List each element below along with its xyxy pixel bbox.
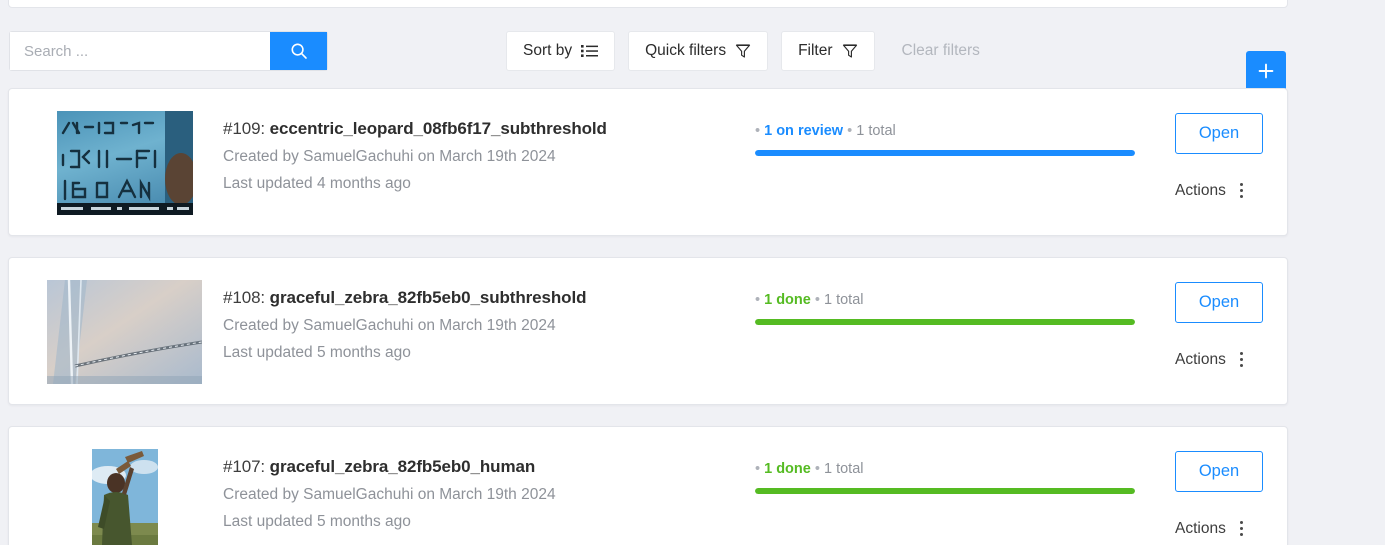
- task-updated: Last updated 5 months ago: [223, 344, 411, 361]
- task-id: #107:: [223, 457, 266, 476]
- task-card[interactable]: #109: eccentric_leopard_08fb6f17_subthre…: [8, 88, 1288, 236]
- clear-filters-button[interactable]: Clear filters: [902, 42, 980, 60]
- task-status: • 1 done • 1 total: [755, 461, 1155, 494]
- task-updated: Last updated 4 months ago: [223, 175, 411, 192]
- filter-button-group: Sort by Quick filters Filter Clear filte…: [506, 31, 980, 71]
- task-status: • 1 on review • 1 total: [755, 123, 1155, 156]
- status-bullet: •: [847, 123, 853, 139]
- status-total: 1 total: [823, 292, 864, 308]
- task-title: #108: graceful_zebra_82fb5eb0_subthresho…: [223, 288, 743, 308]
- search-icon: [290, 43, 307, 59]
- status-total: 1 total: [856, 123, 896, 139]
- quick-filters-label: Quick filters: [645, 42, 727, 59]
- filter-label: Filter: [798, 42, 833, 59]
- task-thumbnail[interactable]: [92, 449, 158, 545]
- task-thumbnail[interactable]: [57, 111, 193, 215]
- task-updated: Last updated 5 months ago: [223, 513, 411, 530]
- status-bullet: •: [755, 292, 761, 308]
- open-button[interactable]: Open: [1175, 451, 1263, 492]
- task-thumbnail[interactable]: [47, 280, 202, 384]
- progress-bar: [755, 488, 1135, 494]
- blue-handwritten-sign-photo: [57, 111, 193, 215]
- person-with-pole-photo: [92, 449, 158, 545]
- kebab-menu-icon: [1236, 350, 1247, 369]
- status-bullet: •: [814, 461, 820, 477]
- status-count: 1 done: [764, 292, 811, 308]
- quick-filters-button[interactable]: Quick filters: [628, 31, 769, 71]
- status-bullet: •: [814, 292, 820, 308]
- task-meta: #108: graceful_zebra_82fb5eb0_subthresho…: [223, 288, 743, 362]
- progress-fill: [755, 488, 1135, 494]
- task-title: #109: eccentric_leopard_08fb6f17_subthre…: [223, 119, 743, 139]
- actions-menu-button[interactable]: Actions: [1175, 350, 1247, 369]
- search-box: [10, 32, 327, 70]
- funnel-icon: [736, 44, 751, 58]
- task-card[interactable]: #107: graceful_zebra_82fb5eb0_human Crea…: [8, 426, 1288, 545]
- progress-bar: [755, 319, 1135, 325]
- search-button[interactable]: [270, 32, 327, 70]
- task-created: Created by SamuelGachuhi on March 19th 2…: [223, 148, 556, 165]
- kebab-menu-icon: [1236, 519, 1247, 538]
- actions-menu-button[interactable]: Actions: [1175, 181, 1247, 200]
- progress-fill: [755, 319, 1135, 325]
- sort-by-button[interactable]: Sort by: [506, 31, 616, 71]
- actions-label: Actions: [1175, 519, 1226, 537]
- task-id: #108:: [223, 288, 266, 307]
- task-title: #107: graceful_zebra_82fb5eb0_human: [223, 457, 743, 477]
- open-button[interactable]: Open: [1175, 282, 1263, 323]
- open-button[interactable]: Open: [1175, 113, 1263, 154]
- task-card[interactable]: #108: graceful_zebra_82fb5eb0_subthresho…: [8, 257, 1288, 405]
- task-name: graceful_zebra_82fb5eb0_subthreshold: [269, 288, 587, 307]
- status-bullet: •: [755, 123, 761, 139]
- task-created: Created by SamuelGachuhi on March 19th 2…: [223, 317, 556, 334]
- progress-fill: [755, 150, 1135, 156]
- pale-blue-surface-photo: [47, 280, 202, 384]
- actions-label: Actions: [1175, 181, 1226, 199]
- actions-menu-button[interactable]: Actions: [1175, 519, 1247, 538]
- task-name: graceful_zebra_82fb5eb0_human: [269, 457, 536, 476]
- actions-label: Actions: [1175, 350, 1226, 368]
- list-icon: [581, 45, 599, 57]
- task-name: eccentric_leopard_08fb6f17_subthreshold: [269, 119, 607, 138]
- kebab-menu-icon: [1236, 181, 1247, 200]
- task-id: #109:: [223, 119, 266, 138]
- search-input[interactable]: [10, 32, 270, 70]
- previous-card-sliver: [8, 0, 1288, 8]
- sort-by-label: Sort by: [523, 42, 573, 59]
- status-total: 1 total: [823, 461, 864, 477]
- task-meta: #109: eccentric_leopard_08fb6f17_subthre…: [223, 119, 743, 193]
- status-count: 1 done: [764, 461, 811, 477]
- add-task-button[interactable]: [1246, 51, 1286, 91]
- funnel-icon: [842, 44, 857, 58]
- plus-icon: [1258, 63, 1274, 79]
- status-count: 1 on review: [764, 123, 844, 139]
- filter-button[interactable]: Filter: [781, 31, 875, 71]
- task-list-page: Sort by Quick filters Filter: [0, 0, 1385, 545]
- progress-bar: [755, 150, 1135, 156]
- task-status: • 1 done • 1 total: [755, 292, 1155, 325]
- status-bullet: •: [755, 461, 761, 477]
- task-created: Created by SamuelGachuhi on March 19th 2…: [223, 486, 556, 503]
- task-meta: #107: graceful_zebra_82fb5eb0_human Crea…: [223, 457, 743, 531]
- toolbar: Sort by Quick filters Filter: [0, 20, 1385, 91]
